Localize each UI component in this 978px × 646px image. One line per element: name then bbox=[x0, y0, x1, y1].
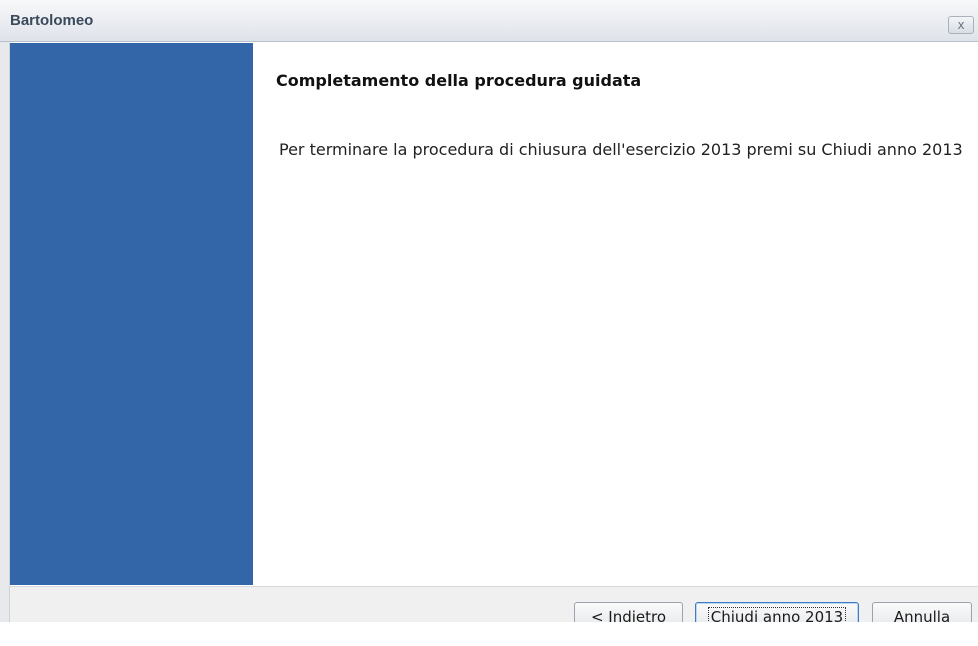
page-heading: Completamento della procedura guidata bbox=[276, 71, 642, 90]
bottom-strip bbox=[0, 622, 978, 646]
button-bar: < Indietro Chiudi anno 2013 Annulla bbox=[10, 586, 978, 632]
wizard-side-panel bbox=[10, 43, 253, 585]
instruction-text: Per terminare la procedura di chiusura d… bbox=[279, 140, 963, 159]
wizard-content: Completamento della procedura guidata Pe… bbox=[253, 43, 978, 585]
title-bar[interactable]: Bartolomeo x bbox=[0, 0, 978, 42]
window-title: Bartolomeo bbox=[10, 12, 94, 29]
close-button[interactable]: x bbox=[948, 16, 974, 34]
left-border bbox=[0, 42, 10, 622]
close-icon: x bbox=[957, 18, 965, 32]
wizard-window: Bartolomeo x Completamento della procedu… bbox=[0, 0, 978, 646]
